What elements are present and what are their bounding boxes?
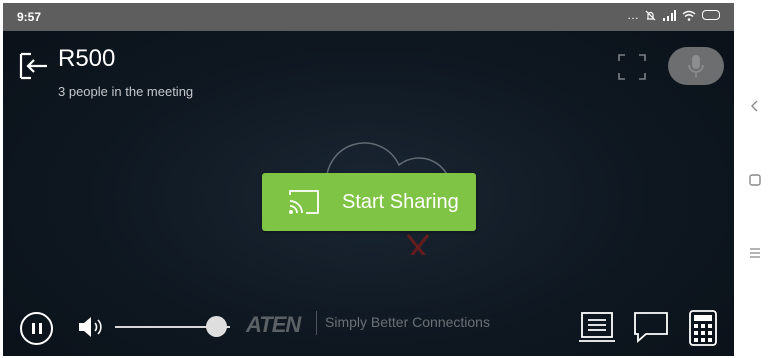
home-icon[interactable]: [748, 173, 762, 187]
page-title: R500: [58, 45, 116, 72]
system-nav-bar: [736, 0, 771, 358]
cast-icon: [289, 190, 319, 214]
keypad-icon[interactable]: [689, 310, 717, 346]
status-bar: 9:57 …: [3, 3, 734, 31]
status-indicators: …: [627, 8, 720, 22]
participant-count: 3 people in the meeting: [58, 84, 194, 99]
signal-icon: [663, 9, 676, 21]
notes-icon[interactable]: [578, 310, 616, 344]
mute-icon: [645, 10, 656, 20]
more-dots-icon: …: [627, 8, 639, 22]
start-sharing-button[interactable]: Start Sharing: [262, 173, 476, 231]
fullscreen-icon[interactable]: [617, 53, 647, 81]
microphone-toggle[interactable]: [668, 47, 724, 85]
exit-arrow-icon[interactable]: [17, 50, 49, 82]
status-time: 9:57: [17, 10, 42, 24]
pause-icon-bar: [38, 323, 42, 334]
wifi-icon: [682, 10, 696, 21]
chat-icon[interactable]: [632, 310, 670, 344]
brand-logo: ATEN: [246, 312, 301, 337]
back-icon[interactable]: [748, 99, 762, 113]
app-screen: 9:57 … R500 3 people in the meeting Star…: [3, 3, 734, 356]
microphone-icon: [688, 55, 704, 77]
start-sharing-label: Start Sharing: [342, 190, 459, 213]
brand-tagline: Simply Better Connections: [325, 314, 490, 330]
pause-icon: [31, 323, 35, 334]
battery-icon: [702, 10, 720, 20]
volume-slider-thumb[interactable]: [205, 316, 227, 337]
pause-button[interactable]: [20, 312, 53, 345]
menu-icon[interactable]: [748, 246, 762, 260]
volume-icon[interactable]: [77, 314, 107, 340]
brand-divider: [316, 311, 317, 335]
